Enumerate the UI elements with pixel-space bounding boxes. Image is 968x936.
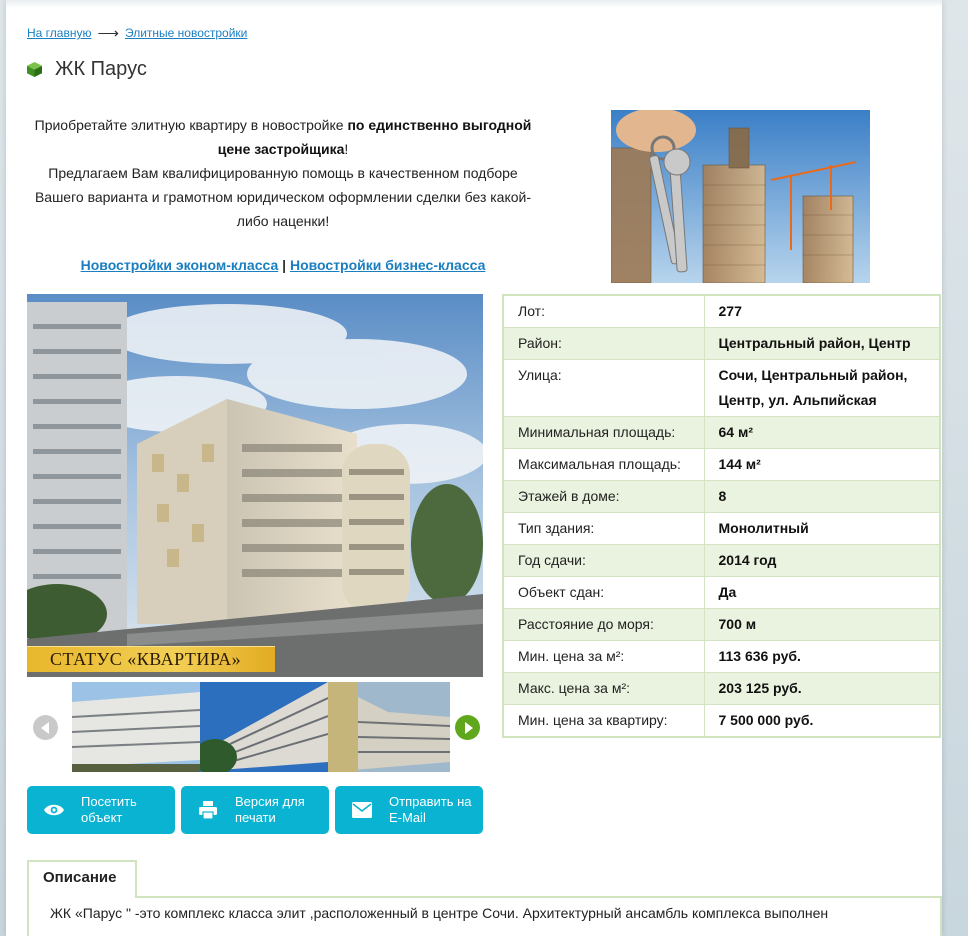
spec-value: 113 636 руб. xyxy=(703,640,941,673)
business-link[interactable]: Новостройки бизнес-класса xyxy=(290,257,485,273)
spec-row: Мин. цена за квартиру: 7 500 000 руб. xyxy=(502,704,941,738)
action-buttons: Посетить объект Версия для печати Отправ… xyxy=(27,786,483,834)
breadcrumb-section-link[interactable]: Элитные новостройки xyxy=(125,26,247,40)
printer-icon xyxy=(197,799,219,821)
spec-key: Расстояние до моря: xyxy=(502,608,705,641)
carousel-prev-button[interactable] xyxy=(33,715,58,740)
spec-key: Макс. цена за м²: xyxy=(502,672,705,705)
breadcrumb-separator: ⟶ xyxy=(97,25,119,42)
carousel-next-button[interactable] xyxy=(455,715,480,740)
spec-value: Центральный район, Центр xyxy=(703,327,941,360)
spec-row: Год сдачи: 2014 год xyxy=(502,544,941,577)
spec-row: Макс. цена за м²: 203 125 руб. xyxy=(502,672,941,705)
main-photo[interactable]: СТАТУС «КВАРТИРА» xyxy=(27,294,483,677)
spec-key: Район: xyxy=(502,327,705,360)
thumbnail-carousel xyxy=(33,682,480,774)
spec-value: Монолитный xyxy=(703,512,941,545)
spec-row: Лот: 277 xyxy=(502,294,941,328)
visit-button[interactable]: Посетить объект xyxy=(27,786,175,834)
breadcrumb: На главную ⟶ Элитные новостройки xyxy=(27,23,247,42)
description-text: ЖК «Парус " -это комплекс класса элит ,р… xyxy=(50,905,829,921)
spec-value: Сочи, Центральный район, Центр, ул. Альп… xyxy=(703,359,941,417)
economy-link[interactable]: Новостройки эконом-класса xyxy=(81,257,279,273)
spec-key: Мин. цена за м²: xyxy=(502,640,705,673)
email-label: Отправить на E-Mail xyxy=(389,794,472,825)
spec-row: Минимальная площадь: 64 м² xyxy=(502,416,941,449)
spec-row: Мин. цена за м²: 113 636 руб. xyxy=(502,640,941,673)
spec-key: Минимальная площадь: xyxy=(502,416,705,449)
spec-key: Улица: xyxy=(502,359,705,417)
description-tab[interactable]: Описание xyxy=(27,860,137,898)
spec-row: Тип здания: Монолитный xyxy=(502,512,941,545)
top-shade xyxy=(6,0,942,8)
spec-value: 277 xyxy=(703,294,941,328)
intro-text-2: ! xyxy=(344,141,349,157)
category-links: Новостройки эконом-класса | Новостройки … xyxy=(30,257,536,273)
spec-row: Район: Центральный район, Центр xyxy=(502,327,941,360)
breadcrumb-home-link[interactable]: На главную xyxy=(27,26,91,40)
intro-text-4: ! xyxy=(325,213,330,229)
arrow-right-icon xyxy=(464,721,473,734)
status-banner: СТАТУС «КВАРТИРА» xyxy=(27,646,275,672)
spec-key: Объект сдан: xyxy=(502,576,705,609)
spec-value: Да xyxy=(703,576,941,609)
spec-value: 144 м² xyxy=(703,448,941,481)
title-row: ЖК Парус xyxy=(26,58,147,81)
spec-row: Этажей в доме: 8 xyxy=(502,480,941,513)
eye-icon xyxy=(43,799,65,821)
envelope-icon xyxy=(351,799,373,821)
print-label: Версия для печати xyxy=(235,794,305,825)
spec-row: Расстояние до моря: 700 м xyxy=(502,608,941,641)
links-separator: | xyxy=(282,257,287,273)
intro-text-3: Предлагаем Вам квалифицированную помощь … xyxy=(34,165,532,229)
spec-row: Объект сдан: Да xyxy=(502,576,941,609)
visit-label: Посетить объект xyxy=(81,794,137,825)
spec-value: 8 xyxy=(703,480,941,513)
arrow-left-icon xyxy=(40,721,49,734)
spec-value: 7 500 000 руб. xyxy=(703,704,941,738)
thumbnail-3[interactable] xyxy=(328,682,450,772)
spec-key: Максимальная площадь: xyxy=(502,448,705,481)
thumbnail-2[interactable] xyxy=(200,682,328,772)
spec-value: 700 м xyxy=(703,608,941,641)
spec-key: Тип здания: xyxy=(502,512,705,545)
spec-key: Этажей в доме: xyxy=(502,480,705,513)
spec-row: Максимальная площадь: 144 м² xyxy=(502,448,941,481)
cube-icon xyxy=(26,61,43,78)
email-button[interactable]: Отправить на E-Mail xyxy=(335,786,483,834)
print-button[interactable]: Версия для печати xyxy=(181,786,329,834)
spec-key: Лот: xyxy=(502,294,705,328)
keys-image xyxy=(611,110,870,283)
spec-key: Год сдачи: xyxy=(502,544,705,577)
page-title: ЖК Парус xyxy=(55,58,147,80)
spec-key: Мин. цена за квартиру: xyxy=(502,704,705,738)
specs-table: Лот: 277 Район: Центральный район, Центр Ули… xyxy=(502,294,941,738)
spec-value: 64 м² xyxy=(703,416,941,449)
spec-value: 2014 год xyxy=(703,544,941,577)
spec-value: 203 125 руб. xyxy=(703,672,941,705)
thumbnail-1[interactable] xyxy=(72,682,200,772)
page: На главную ⟶ Элитные новостройки ЖК Парус … xyxy=(6,0,942,936)
intro-text: Приобретайте элитную квартиру в новостро… xyxy=(30,113,536,233)
intro-text-1: Приобретайте элитную квартиру в новостро… xyxy=(34,117,348,133)
spec-row: Улица: Сочи, Центральный район, Центр, ул… xyxy=(502,359,941,417)
